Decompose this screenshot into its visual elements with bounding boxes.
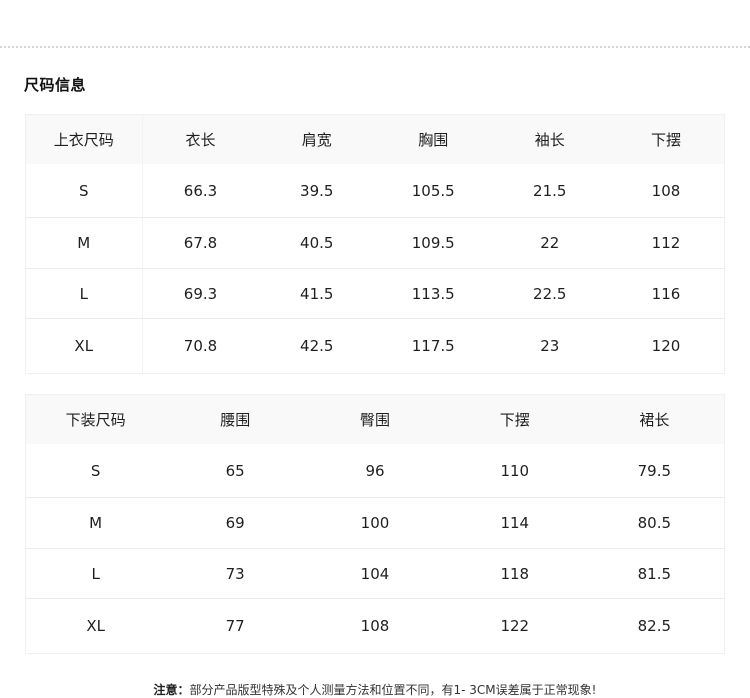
top-size-table: 上衣尺码 衣长 肩宽 胸围 袖长 下摆 S 66.3 39.5 105.5 21… xyxy=(25,114,725,374)
table-cell: 108 xyxy=(360,617,390,635)
note-text: 部分产品版型特殊及个人测量方法和位置不同，有1- 3CM误差属于正常现象! xyxy=(189,683,597,697)
header-cell: 衣长 xyxy=(185,131,216,149)
table-cell: 104 xyxy=(305,548,445,599)
table-cell: 42.5 xyxy=(300,337,334,355)
table-cell: 100 xyxy=(305,497,445,549)
table-cell: 118 xyxy=(444,548,585,599)
table-cell: 79.5 xyxy=(584,444,725,498)
table-row: L 73 104 118 81.5 xyxy=(25,548,725,599)
size-cell: L xyxy=(25,548,166,599)
table-cell: 39.5 xyxy=(258,164,375,218)
table-cell: 73 xyxy=(165,548,306,599)
table-cell: 116 xyxy=(608,268,725,319)
table-cell: 109.5 xyxy=(375,217,492,269)
table-cell: 96 xyxy=(305,444,445,498)
header-cell: 下摆 xyxy=(650,131,681,149)
table-cell: 66.3 xyxy=(142,164,259,218)
table-header-row: 上衣尺码 衣长 肩宽 胸围 袖长 下摆 xyxy=(25,114,725,164)
table-row: XL 70.8 42.5 117.5 23 120 xyxy=(25,318,725,374)
size-cell: M xyxy=(25,497,166,549)
header-cell: 袖长 xyxy=(534,131,565,149)
size-note: 注意：部分产品版型特殊及个人测量方法和位置不同，有1- 3CM误差属于正常现象! xyxy=(0,681,750,698)
size-cell: S xyxy=(25,164,143,218)
header-cell: 下摆 xyxy=(499,411,530,429)
table-cell: 22.5 xyxy=(491,268,608,319)
dotted-divider xyxy=(0,46,750,48)
size-cell: XL xyxy=(25,318,143,374)
table-cell: 82.5 xyxy=(637,617,672,635)
table-cell: 70.8 xyxy=(183,337,218,355)
table-cell: 108 xyxy=(608,164,725,218)
header-cell: 肩宽 xyxy=(301,131,332,149)
header-cell: 腰围 xyxy=(220,411,251,429)
section-title: 尺码信息 xyxy=(24,76,87,94)
table-cell: 80.5 xyxy=(584,497,725,549)
table-cell: 40.5 xyxy=(258,217,375,269)
header-cell: 裙长 xyxy=(639,411,670,429)
table-cell: 117.5 xyxy=(411,337,455,355)
size-cell: L xyxy=(25,268,143,319)
header-cell: 胸围 xyxy=(418,131,449,149)
size-cell: S xyxy=(25,444,166,498)
table-cell: 112 xyxy=(608,217,725,269)
table-cell: 22 xyxy=(491,217,608,269)
header-cell: 上衣尺码 xyxy=(25,114,143,164)
table-cell: 120 xyxy=(651,337,681,355)
table-cell: 67.8 xyxy=(142,217,259,269)
table-header-row: 下装尺码 腰围 臀围 下摆 裙长 xyxy=(25,394,725,444)
table-cell: 69.3 xyxy=(142,268,259,319)
table-row: S 65 96 110 79.5 xyxy=(25,444,725,498)
table-cell: 110 xyxy=(444,444,585,498)
table-cell: 77 xyxy=(225,617,245,635)
table-row: M 69 100 114 80.5 xyxy=(25,497,725,549)
table-row: L 69.3 41.5 113.5 22.5 116 xyxy=(25,268,725,319)
size-cell: M xyxy=(25,217,143,269)
table-cell: 65 xyxy=(165,444,306,498)
note-label: 注意： xyxy=(153,683,190,697)
table-row: S 66.3 39.5 105.5 21.5 108 xyxy=(25,164,725,218)
table-cell: 113.5 xyxy=(375,268,492,319)
table-cell: 23 xyxy=(540,337,560,355)
table-cell: 41.5 xyxy=(258,268,375,319)
size-cell: XL xyxy=(86,617,105,635)
bottom-size-table: 下装尺码 腰围 臀围 下摆 裙长 S 65 96 110 79.5 M 69 1… xyxy=(25,394,725,654)
table-cell: 122 xyxy=(500,617,530,635)
table-row: M 67.8 40.5 109.5 22 112 xyxy=(25,217,725,269)
table-cell: 81.5 xyxy=(584,548,725,599)
table-row: XL 77 108 122 82.5 xyxy=(26,599,725,654)
table-cell: 114 xyxy=(444,497,585,549)
table-cell: 21.5 xyxy=(491,164,608,218)
table-cell: 69 xyxy=(165,497,306,549)
header-cell: 下装尺码 xyxy=(65,411,126,429)
table-cell: 105.5 xyxy=(375,164,492,218)
header-cell: 臀围 xyxy=(359,411,390,429)
